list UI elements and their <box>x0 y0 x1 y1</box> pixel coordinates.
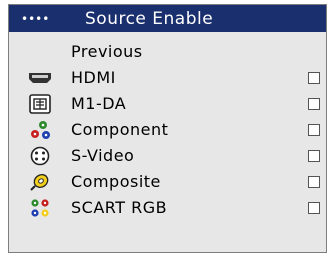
enable-checkbox-component[interactable] <box>308 123 320 136</box>
svideo-icon <box>9 146 71 166</box>
menu-level-dots: •••• <box>21 11 50 26</box>
source-item-scart[interactable]: SCART RGB <box>9 195 326 220</box>
menu-title: Source Enable <box>85 8 214 29</box>
m1da-icon <box>9 93 71 114</box>
source-label-svideo: S-Video <box>71 146 135 165</box>
previous-label: Previous <box>71 42 143 61</box>
component-icon <box>9 120 71 140</box>
source-label-component: Component <box>71 120 169 139</box>
source-label-m1da: M1-DA <box>71 94 127 113</box>
enable-checkbox-composite[interactable] <box>308 175 320 188</box>
source-label-hdmi: HDMI <box>71 68 116 87</box>
source-item-composite[interactable]: Composite <box>9 169 326 194</box>
source-enable-menu: •••• Source Enable Previous HDMI M1-DA C… <box>8 4 327 253</box>
hdmi-icon <box>9 71 71 85</box>
source-item-component[interactable]: Component <box>9 117 326 142</box>
menu-title-bar: •••• Source Enable <box>9 5 326 32</box>
previous-item[interactable]: Previous <box>9 39 326 64</box>
composite-icon <box>9 172 71 192</box>
enable-checkbox-svideo[interactable] <box>308 149 320 162</box>
source-item-hdmi[interactable]: HDMI <box>9 65 326 90</box>
source-item-m1da[interactable]: M1-DA <box>9 91 326 116</box>
enable-checkbox-m1da[interactable] <box>308 97 320 110</box>
source-label-composite: Composite <box>71 172 161 191</box>
source-item-svideo[interactable]: S-Video <box>9 143 326 168</box>
enable-checkbox-scart[interactable] <box>308 201 320 214</box>
scart-icon <box>9 198 71 218</box>
enable-checkbox-hdmi[interactable] <box>308 71 320 84</box>
source-label-scart: SCART RGB <box>71 198 168 217</box>
